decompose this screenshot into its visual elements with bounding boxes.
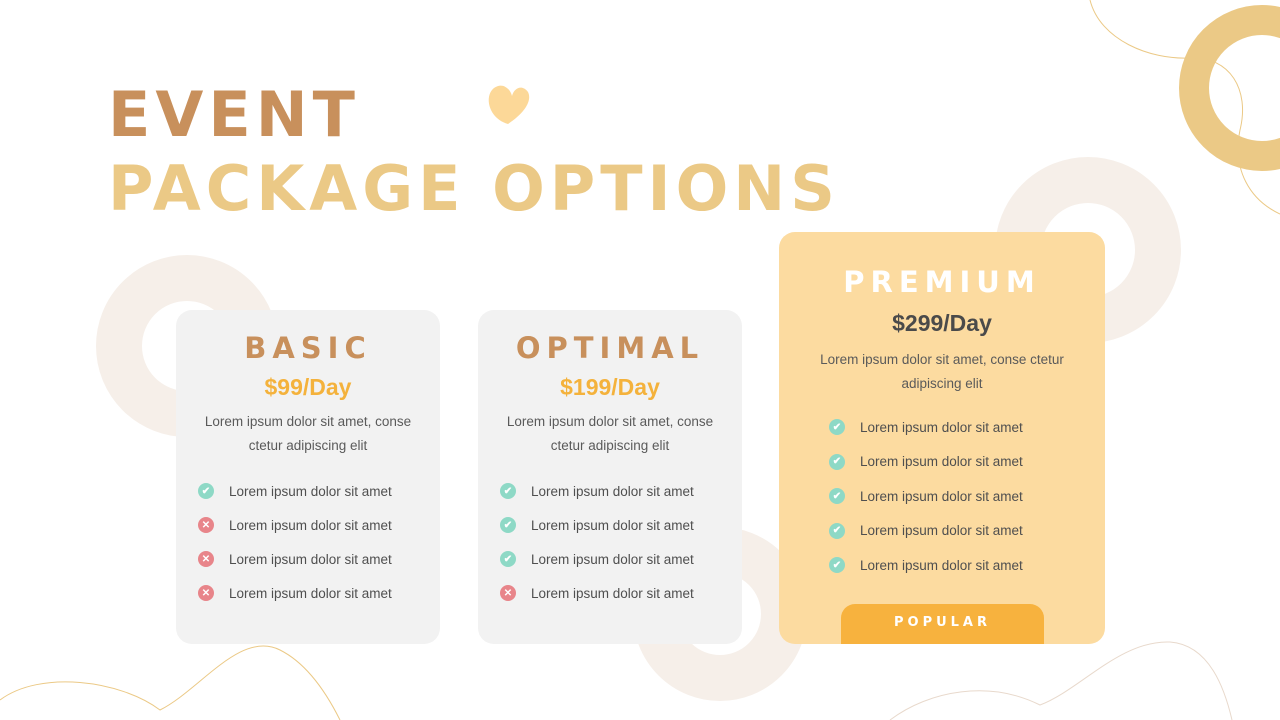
feature-item: ✔ Lorem ipsum dolor sit amet (829, 445, 1105, 480)
check-icon: ✔ (829, 488, 845, 505)
feature-list: ✔ Lorem ipsum dolor sit amet ✔ Lorem ipsum… (478, 474, 742, 610)
check-icon: ✔ (829, 453, 845, 470)
feature-text: Lorem ipsum dolor sit amet (531, 517, 694, 533)
feature-text: Lorem ipsum dolor sit amet (531, 483, 694, 499)
cross-icon: ✕ (198, 517, 214, 533)
pricing-card-premium[interactable]: PREMIUM $299/Day Lorem ipsum dolor sit a… (779, 232, 1105, 644)
feature-item: ✔ Lorem ipsum dolor sit amet (829, 548, 1105, 583)
feature-text: Lorem ipsum dolor sit amet (860, 454, 1023, 470)
feature-list: ✔ Lorem ipsum dolor sit amet ✕ Lorem ipsum… (176, 474, 440, 610)
feature-text: Lorem ipsum dolor sit amet (531, 551, 694, 567)
check-icon: ✔ (829, 557, 845, 574)
feature-item: ✔ Lorem ipsum dolor sit amet (829, 479, 1105, 514)
feature-text: Lorem ipsum dolor sit amet (531, 585, 694, 601)
feature-text: Lorem ipsum dolor sit amet (860, 557, 1023, 573)
feature-item: ✔ Lorem ipsum dolor sit amet (500, 474, 742, 508)
check-icon: ✔ (500, 483, 516, 499)
feature-text: Lorem ipsum dolor sit amet (860, 523, 1023, 539)
popular-badge[interactable]: POPULAR (841, 604, 1044, 644)
check-icon: ✔ (500, 551, 516, 567)
feature-list: ✔ Lorem ipsum dolor sit amet ✔ Lorem ipsum… (779, 410, 1105, 583)
feature-text: Lorem ipsum dolor sit amet (860, 488, 1023, 504)
feature-item: ✕ Lorem ipsum dolor sit amet (198, 508, 440, 542)
decor-curve-bottom-left (0, 645, 341, 720)
card-description: Lorem ipsum dolor sit amet, conse ctetur… (820, 352, 1064, 391)
cross-icon: ✕ (198, 585, 214, 601)
title-line-package-options: PACKAGE OPTIONS (108, 152, 840, 225)
card-name: OPTIMAL (515, 331, 705, 365)
feature-item: ✕ Lorem ipsum dolor sit amet (500, 576, 742, 610)
card-description: Lorem ipsum dolor sit amet, conse ctetur… (204, 414, 412, 453)
check-icon: ✔ (829, 419, 845, 436)
feature-text: Lorem ipsum dolor sit amet (229, 483, 392, 499)
card-price: $299/Day (892, 310, 992, 336)
title-line-event: EVENT (108, 78, 360, 151)
feature-item: ✔ Lorem ipsum dolor sit amet (829, 514, 1105, 549)
card-price: $199/Day (560, 374, 660, 400)
feature-item: ✕ Lorem ipsum dolor sit amet (198, 542, 440, 576)
cross-icon: ✕ (198, 551, 214, 567)
card-name: BASIC (244, 331, 372, 365)
check-icon: ✔ (829, 522, 845, 539)
feature-item: ✕ Lorem ipsum dolor sit amet (198, 576, 440, 610)
card-price: $99/Day (264, 374, 352, 400)
check-icon: ✔ (500, 517, 516, 533)
card-name: PREMIUM (843, 265, 1041, 299)
feature-text: Lorem ipsum dolor sit amet (229, 551, 392, 567)
feature-text: Lorem ipsum dolor sit amet (229, 517, 392, 533)
pricing-card-basic[interactable]: BASIC $99/Day Lorem ipsum dolor sit amet… (176, 310, 440, 644)
decor-ring-gold (1179, 5, 1280, 171)
feature-item: ✔ Lorem ipsum dolor sit amet (500, 508, 742, 542)
feature-item: ✔ Lorem ipsum dolor sit amet (829, 410, 1105, 445)
feature-item: ✔ Lorem ipsum dolor sit amet (500, 542, 742, 576)
decor-curve-bottom-right (889, 641, 1233, 720)
check-icon: ✔ (198, 483, 214, 499)
page-title: EVENT PACKAGE OPTIONS (108, 82, 840, 222)
pricing-card-optimal[interactable]: OPTIMAL $199/Day Lorem ipsum dolor sit a… (478, 310, 742, 644)
card-description: Lorem ipsum dolor sit amet, conse ctetur… (506, 414, 714, 453)
cross-icon: ✕ (500, 585, 516, 601)
feature-text: Lorem ipsum dolor sit amet (860, 419, 1023, 435)
feature-text: Lorem ipsum dolor sit amet (229, 585, 392, 601)
feature-item: ✔ Lorem ipsum dolor sit amet (198, 474, 440, 508)
